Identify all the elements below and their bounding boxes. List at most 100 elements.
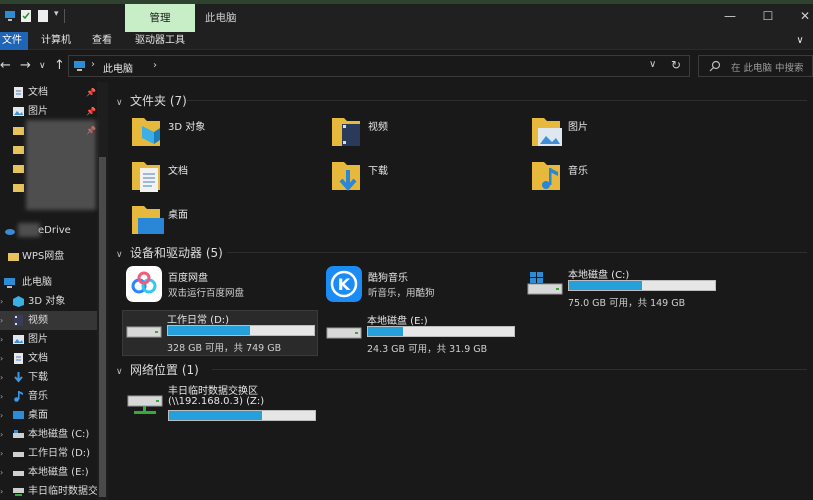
app-kugou-music[interactable]: K 酷狗音乐 听音乐，用酷狗 — [326, 266, 516, 308]
chevron-right-icon[interactable]: › — [0, 387, 3, 406]
documents-icon — [14, 87, 23, 98]
chevron-right-icon[interactable]: › — [0, 482, 3, 500]
sidebar-item-3d-objects[interactable]: › 3D 对象 — [0, 292, 97, 311]
maximize-button[interactable]: ☐ — [758, 8, 778, 24]
videos-icon — [14, 315, 23, 326]
divider — [227, 252, 807, 253]
chevron-right-icon[interactable]: › — [0, 406, 3, 425]
sidebar-item-this-pc[interactable]: 此电脑 — [0, 273, 97, 292]
network-drive-icon — [127, 395, 163, 414]
sidebar-item-videos[interactable]: › 视频 — [0, 311, 97, 330]
new-folder-icon[interactable] — [37, 9, 49, 23]
address-dropdown-icon[interactable]: ∨ — [649, 59, 656, 70]
sidebar-item-onedrive[interactable]: eDrive — [0, 221, 97, 240]
sidebar-item-pictures[interactable]: › 图片 — [0, 330, 97, 349]
sidebar-scrollbar-thumb[interactable] — [99, 157, 106, 497]
music-icon — [14, 391, 23, 402]
drive-d[interactable]: 工作日常 (D:) 328 GB 可用，共 749 GB — [122, 310, 318, 356]
sidebar-item-pictures-pinned[interactable]: 图片 📌 — [0, 102, 97, 121]
chevron-right-icon[interactable]: › — [0, 463, 3, 482]
chevron-down-icon[interactable]: ∨ — [116, 250, 130, 260]
search-box[interactable]: 在 此电脑 中搜索 — [698, 55, 813, 77]
chevron-down-icon[interactable]: ∨ — [116, 367, 130, 377]
3d-objects-icon — [13, 296, 24, 307]
drive-usage-fill — [368, 327, 404, 336]
group-header-network[interactable]: ∨ 网络位置 (1) — [116, 361, 199, 378]
tab-view[interactable]: 查看 — [92, 32, 112, 50]
drive-usage-bar — [167, 325, 315, 336]
pictures-folder-icon — [532, 118, 562, 146]
chevron-right-icon[interactable]: › — [0, 368, 3, 387]
customize-quick-access-icon[interactable]: ▾ — [54, 9, 59, 23]
divider — [212, 369, 807, 370]
network-drive-z[interactable]: 丰日临时数据交换区 (\\192.168.0.3) (Z:) — [124, 382, 320, 426]
chevron-right-icon[interactable]: › — [0, 311, 3, 330]
desktop-folder-icon — [132, 206, 164, 234]
forward-button[interactable]: → — [20, 58, 31, 74]
tab-drive-tools[interactable]: 驱动器工具 — [135, 32, 185, 50]
documents-folder-icon — [132, 162, 160, 192]
properties-icon[interactable] — [20, 9, 32, 23]
desktop-icon — [13, 411, 24, 419]
sidebar-item-drive-c[interactable]: › 本地磁盘 (C:) — [0, 425, 97, 444]
sidebar-item-desktop[interactable]: › 桌面 — [0, 406, 97, 425]
sidebar-item-documents[interactable]: › 文档 — [0, 349, 97, 368]
back-button[interactable]: ← — [0, 58, 11, 74]
minimize-button[interactable]: — — [720, 8, 740, 24]
folder-music[interactable]: 音乐 — [530, 158, 710, 200]
tab-computer[interactable]: 计算机 — [41, 32, 71, 50]
drive-usage-fill — [569, 281, 642, 290]
sidebar-item-network-drive[interactable]: › 丰日临时数据交 — [0, 482, 97, 500]
drive-icon — [13, 452, 24, 457]
pictures-icon — [13, 335, 24, 344]
expand-ribbon-icon[interactable]: ∨ — [790, 32, 810, 50]
folder-documents[interactable]: 文档 — [130, 158, 310, 200]
breadcrumb-separator: › — [91, 59, 95, 70]
folder-desktop[interactable]: 桌面 — [130, 202, 310, 244]
sidebar-item-wps-drive[interactable]: WPS网盘 — [0, 247, 97, 266]
navigation-pane: 文档 📌 图片 📌 📌 eDrive WPS网盘 此电脑 › 3D 对象 › — [0, 82, 108, 500]
group-header-devices[interactable]: ∨ 设备和驱动器 (5) — [116, 244, 223, 261]
computer-icon[interactable] — [4, 9, 16, 23]
chevron-right-icon[interactable]: › — [0, 349, 3, 368]
chevron-right-icon[interactable]: › — [0, 292, 3, 311]
onedrive-icon — [5, 229, 15, 235]
sidebar-item-drive-d[interactable]: › 工作日常 (D:) — [0, 444, 97, 463]
sidebar-item-downloads[interactable]: › 下载 — [0, 368, 97, 387]
sidebar-item-drive-e[interactable]: › 本地磁盘 (E:) — [0, 463, 97, 482]
title-bar-accent — [0, 0, 813, 4]
recent-locations-button[interactable]: ∨ — [39, 58, 46, 74]
drive-e[interactable]: 本地磁盘 (E:) 24.3 GB 可用，共 31.9 GB — [323, 312, 519, 356]
breadcrumb-separator: › — [153, 60, 157, 71]
redacted-area — [26, 120, 96, 210]
folder-icon — [13, 127, 24, 135]
search-icon — [709, 60, 721, 72]
address-bar[interactable]: › 此电脑 › ∨ ↻ — [68, 55, 690, 77]
svg-text:K: K — [338, 275, 351, 294]
sidebar-item-music[interactable]: › 音乐 — [0, 387, 97, 406]
app-baidu-netdisk[interactable]: 百度网盘 双击运行百度网盘 — [126, 266, 316, 308]
breadcrumb-this-pc[interactable]: 此电脑 — [103, 60, 133, 75]
drive-e-icon — [326, 327, 362, 339]
up-button[interactable]: ↑ — [54, 58, 65, 74]
chevron-right-icon[interactable]: › — [0, 425, 3, 444]
chevron-down-icon[interactable]: ∨ — [116, 98, 130, 108]
folder-3d-objects[interactable]: 3D 对象 — [130, 114, 310, 156]
folder-downloads[interactable]: 下载 — [330, 158, 510, 200]
pin-icon: 📌 — [86, 88, 96, 97]
tab-manage[interactable]: 管理 — [125, 4, 195, 32]
title-bar: ▾ 管理 此电脑 — ☐ ✕ — [0, 0, 813, 32]
drive-c[interactable]: 本地磁盘 (C:) 75.0 GB 可用，共 149 GB — [524, 266, 720, 310]
folder-videos[interactable]: 视频 — [330, 114, 510, 156]
chevron-right-icon[interactable]: › — [0, 444, 3, 463]
folder-pictures[interactable]: 图片 — [530, 114, 710, 156]
tab-file[interactable]: 文件 — [0, 32, 28, 50]
drive-usage-fill — [169, 411, 263, 420]
group-header-folders[interactable]: ∨ 文件夹 (7) — [116, 92, 187, 109]
refresh-icon[interactable]: ↻ — [671, 58, 681, 72]
computer-icon — [4, 278, 15, 288]
close-button[interactable]: ✕ — [795, 8, 813, 24]
sidebar-item-documents-pinned[interactable]: 文档 📌 — [0, 83, 97, 102]
folder-icon — [13, 165, 24, 173]
chevron-right-icon[interactable]: › — [0, 330, 3, 349]
